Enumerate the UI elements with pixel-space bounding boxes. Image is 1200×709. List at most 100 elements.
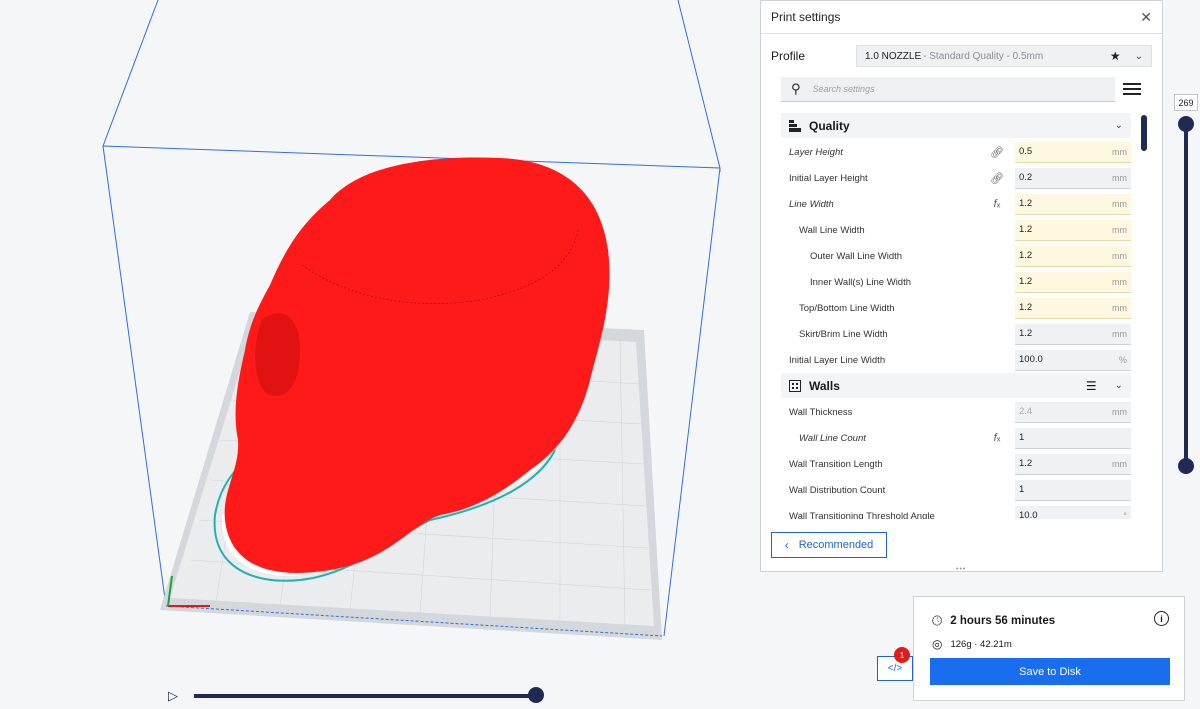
search-icon: ⚲ bbox=[791, 81, 801, 96]
setting-name: Wall Distribution Count bbox=[789, 484, 886, 496]
panel-header: Print settings ✕ bbox=[761, 1, 1162, 34]
setting-unit: mm bbox=[1112, 198, 1127, 209]
setting-value: 2.4 bbox=[1019, 406, 1033, 417]
setting-name: Wall Transitioning Threshold Angle bbox=[789, 510, 935, 520]
setting-row: Layer Height 🔗︎ 0.5 mm bbox=[781, 139, 1131, 165]
profile-label: Profile bbox=[771, 49, 806, 63]
setting-name: Line Width bbox=[789, 198, 834, 210]
simulation-slider-handle[interactable] bbox=[528, 687, 544, 703]
setting-value-field[interactable]: 1.2 mm bbox=[1015, 297, 1131, 319]
print-settings-panel: Print settings ✕ Profile 1.0 NOZZLE - St… bbox=[760, 0, 1163, 573]
link-icon[interactable]: 🔗︎ bbox=[989, 172, 1005, 185]
setting-name: Wall Line Width bbox=[799, 224, 865, 236]
setting-name: Wall Line Count bbox=[799, 432, 866, 444]
setting-unit: mm bbox=[1112, 302, 1127, 313]
setting-name: Wall Thickness bbox=[789, 406, 853, 418]
profile-dropdown[interactable]: 1.0 NOZZLE - Standard Quality - 0.5mm ★ … bbox=[856, 45, 1152, 67]
setting-value-field[interactable]: 0.5 mm bbox=[1015, 141, 1131, 163]
save-to-disk-button[interactable]: Save to Disk bbox=[930, 658, 1170, 685]
setting-unit: mm bbox=[1112, 250, 1127, 261]
info-icon[interactable]: i bbox=[1154, 611, 1169, 626]
setting-row: Initial Layer Line Width 100.0% bbox=[781, 347, 1131, 373]
setting-name: Inner Wall(s) Line Width bbox=[810, 276, 912, 288]
function-icon[interactable]: fₓ bbox=[989, 432, 1005, 444]
setting-value: 1.2 bbox=[1019, 458, 1033, 469]
clock-icon: 🕓︎ bbox=[932, 613, 943, 628]
play-icon[interactable]: ▷ bbox=[168, 688, 178, 704]
setting-unit: mm bbox=[1112, 146, 1127, 157]
profile-subtitle: - Standard Quality - 0.5mm bbox=[923, 50, 1044, 62]
spool-icon: ◎ bbox=[932, 637, 943, 651]
category-walls[interactable]: Walls ☰ ⌄ bbox=[781, 373, 1131, 398]
setting-value: 1.2 bbox=[1019, 328, 1033, 339]
setting-value-field[interactable]: 1.2 mm bbox=[1015, 245, 1131, 267]
setting-value: 1.2 bbox=[1019, 224, 1033, 235]
layer-value[interactable]: 269 bbox=[1174, 94, 1198, 111]
setting-value-field[interactable]: 1.2 mm bbox=[1015, 193, 1131, 215]
eye-socket-shadow bbox=[255, 313, 300, 396]
recommended-button[interactable]: ‹ Recommended bbox=[771, 532, 887, 558]
layer-slider-track[interactable] bbox=[1184, 124, 1188, 466]
setting-value-field[interactable]: 1.2 mm bbox=[1015, 453, 1131, 475]
setting-value-field[interactable]: 2.4 mm bbox=[1015, 401, 1131, 423]
close-icon[interactable]: ✕ bbox=[1140, 9, 1152, 26]
recommended-label: Recommended bbox=[798, 539, 874, 551]
setting-value-field[interactable]: 1.2 mm bbox=[1015, 271, 1131, 293]
setting-unit: mm bbox=[1112, 458, 1127, 469]
setting-row: Skirt/Brim Line Width 1.2 mm bbox=[781, 321, 1131, 347]
setting-row: Wall Transitioning Threshold Angle 10.0 ° bbox=[781, 503, 1131, 519]
settings-list[interactable]: Quality ⌄ Layer Height 🔗︎ 0.5 mm Initial … bbox=[781, 113, 1131, 519]
function-icon[interactable]: fₓ bbox=[989, 198, 1005, 210]
setting-value-field[interactable]: 10.0 ° bbox=[1015, 505, 1131, 520]
setting-value: 100.0 bbox=[1019, 354, 1043, 365]
category-label: Walls bbox=[809, 378, 840, 393]
profile-name: 1.0 NOZZLE bbox=[865, 50, 922, 62]
notification-badge: 1 bbox=[894, 647, 910, 663]
setting-row: Line Width fₓ 1.2 mm bbox=[781, 191, 1131, 217]
setting-value-field[interactable]: 100.0% bbox=[1015, 349, 1131, 371]
setting-row: Initial Layer Height 🔗︎ 0.2 mm bbox=[781, 165, 1131, 191]
save-label: Save to Disk bbox=[1019, 665, 1081, 678]
setting-row: Wall Distribution Count 1 bbox=[781, 477, 1131, 503]
layer-slider-top-handle[interactable] bbox=[1178, 116, 1194, 132]
search-input[interactable]: ⚲ Search settings bbox=[781, 77, 1115, 102]
setting-name: Skirt/Brim Line Width bbox=[799, 328, 888, 340]
resize-handle[interactable]: ••• bbox=[956, 566, 966, 573]
setting-name: Initial Layer Height bbox=[789, 172, 868, 184]
setting-unit: mm bbox=[1112, 276, 1127, 287]
setting-row: Outer Wall Line Width 1.2 mm bbox=[781, 243, 1131, 269]
link-icon[interactable]: 🔗︎ bbox=[989, 146, 1005, 159]
setting-name: Outer Wall Line Width bbox=[810, 250, 903, 262]
layer-slider-bottom-handle[interactable] bbox=[1178, 458, 1194, 474]
print-time-value: 2 hours 56 minutes bbox=[950, 615, 1056, 627]
print-output-panel: 🕓︎ 2 hours 56 minutes i ◎ 126g · 42.21m … bbox=[913, 596, 1185, 701]
setting-value-field[interactable]: 0.2 mm bbox=[1015, 167, 1131, 189]
setting-row: Top/Bottom Line Width 1.2 mm bbox=[781, 295, 1131, 321]
category-quality[interactable]: Quality ⌄ bbox=[781, 113, 1131, 138]
layer-slider[interactable]: 269 bbox=[1174, 94, 1198, 474]
category-label: Quality bbox=[809, 118, 850, 133]
setting-value-field[interactable]: 1.2 mm bbox=[1015, 219, 1131, 241]
setting-name: Top/Bottom Line Width bbox=[799, 302, 895, 314]
sliders-icon[interactable]: ☰ bbox=[1086, 379, 1097, 393]
setting-unit: mm bbox=[1112, 328, 1127, 339]
setting-row: Wall Transition Length 1.2 mm bbox=[781, 451, 1131, 477]
setting-unit: ° bbox=[1123, 510, 1127, 520]
quality-icon bbox=[789, 119, 801, 132]
chevron-down-icon: ⌄ bbox=[1114, 120, 1123, 131]
star-icon[interactable]: ★ bbox=[1110, 49, 1121, 63]
setting-unit: % bbox=[1118, 354, 1127, 365]
simulation-slider-track[interactable] bbox=[194, 694, 538, 698]
settings-scrollbar[interactable] bbox=[1141, 115, 1147, 151]
print-time: 🕓︎ 2 hours 56 minutes bbox=[932, 613, 1055, 629]
chevron-down-icon: ⌄ bbox=[1114, 380, 1123, 391]
setting-value: 1.2 bbox=[1019, 250, 1033, 261]
setting-row: Wall Line Count fₓ 1 bbox=[781, 425, 1131, 451]
setting-row: Wall Thickness 2.4 mm bbox=[781, 399, 1131, 425]
setting-value-field[interactable]: 1 bbox=[1015, 427, 1131, 449]
setting-value-field[interactable]: 1 bbox=[1015, 479, 1131, 501]
settings-menu-icon[interactable] bbox=[1123, 80, 1141, 98]
setting-value: 1 bbox=[1019, 432, 1025, 443]
search-placeholder: Search settings bbox=[812, 84, 875, 94]
setting-value-field[interactable]: 1.2 mm bbox=[1015, 323, 1131, 345]
